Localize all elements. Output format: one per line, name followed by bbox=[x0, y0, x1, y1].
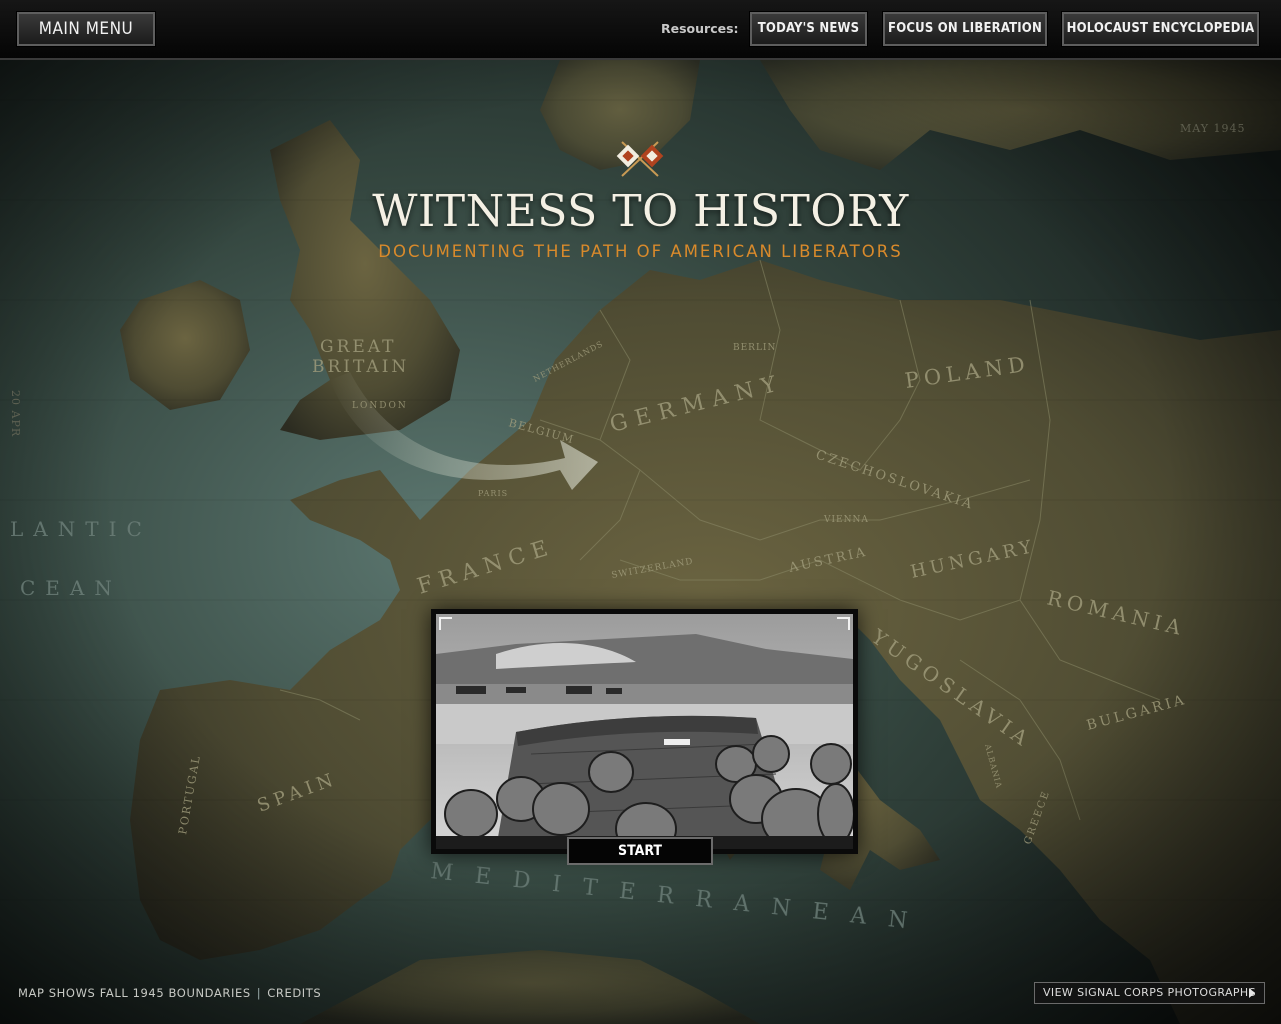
map-label-vienna: VIENNA bbox=[823, 515, 869, 525]
page-subtitle: DOCUMENTING THE PATH OF AMERICAN LIBERAT… bbox=[378, 242, 903, 261]
map-date-stamp: MAY 1945 bbox=[1180, 122, 1246, 135]
play-arrow-icon bbox=[1249, 988, 1255, 998]
top-navigation-bar: MAIN MENU Resources: TODAY'S NEWS FOCUS … bbox=[0, 0, 1281, 60]
footer-links: MAP SHOWS FALL 1945 BOUNDARIES | CREDITS bbox=[18, 986, 321, 1000]
focus-on-liberation-button[interactable]: FOCUS ON LIBERATION bbox=[883, 12, 1047, 46]
todays-news-button[interactable]: TODAY'S NEWS bbox=[750, 12, 867, 46]
map-label-paris: PARIS bbox=[478, 489, 508, 498]
map-label-berlin: BERLIN bbox=[733, 343, 776, 353]
landing-craft-photo bbox=[436, 614, 853, 849]
holocaust-encyclopedia-button[interactable]: HOLOCAUST ENCYCLOPEDIA bbox=[1062, 12, 1259, 46]
footer-separator: | bbox=[256, 986, 262, 1000]
map-left-stamp: 20 APR bbox=[9, 390, 22, 437]
main-menu-button[interactable]: MAIN MENU bbox=[17, 12, 155, 46]
page-title: WITNESS TO HISTORY bbox=[372, 186, 909, 237]
map-label-great-britain-1: GREAT bbox=[320, 337, 396, 357]
map-label-ocean: CEAN bbox=[20, 576, 122, 600]
map-boundaries-note: MAP SHOWS FALL 1945 BOUNDARIES bbox=[18, 986, 251, 1000]
start-button[interactable]: START bbox=[567, 837, 713, 865]
view-photos-label: VIEW SIGNAL CORPS PHOTOGRAPHS bbox=[1043, 986, 1256, 999]
credits-link[interactable]: CREDITS bbox=[267, 986, 321, 1000]
map-label-london: LONDON bbox=[352, 401, 408, 411]
resources-label: Resources: bbox=[661, 21, 739, 36]
map-label-atlantic: LANTIC bbox=[10, 517, 152, 541]
crossed-signal-flags-icon bbox=[616, 141, 664, 177]
map-label-great-britain-2: BRITAIN bbox=[312, 357, 409, 377]
intro-video-thumbnail[interactable] bbox=[431, 609, 858, 854]
view-signal-corps-photographs-button[interactable]: VIEW SIGNAL CORPS PHOTOGRAPHS bbox=[1034, 982, 1265, 1004]
